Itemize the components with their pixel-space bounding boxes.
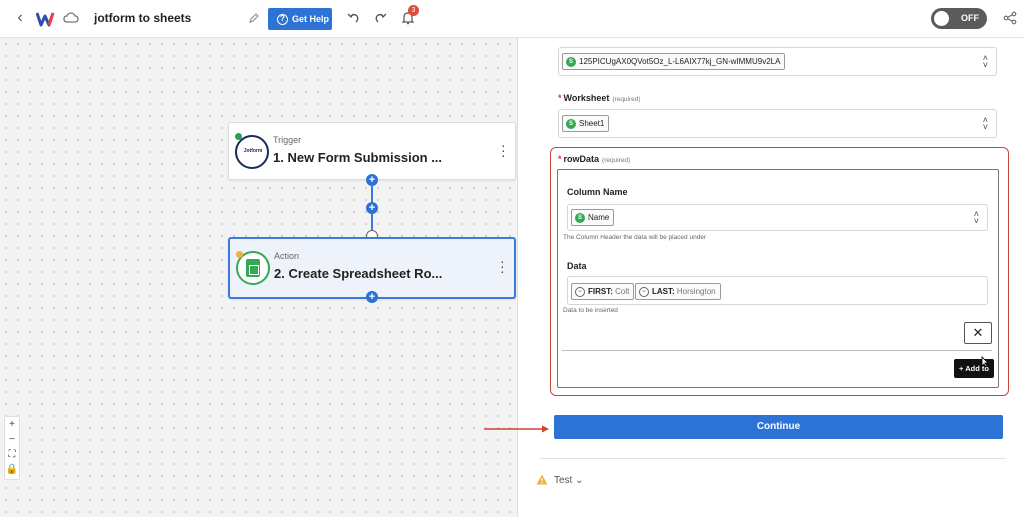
undo-icon[interactable]: [347, 11, 361, 25]
column-name-select[interactable]: S Name ˄ ˅: [567, 204, 988, 231]
first-name-chip: − FIRST: Colt: [571, 283, 635, 300]
data-hint: Data to be inserted: [563, 307, 618, 314]
chip-key: FIRST:: [588, 287, 613, 296]
action-name: 2. Create Spreadsheet Ro...: [274, 266, 443, 281]
insert-step-button[interactable]: +: [366, 202, 378, 214]
get-help-label: Get Help: [292, 14, 330, 24]
status-dot: [235, 133, 242, 140]
worksheet-chip: S Sheet1: [562, 115, 610, 132]
column-name-value: Name: [588, 213, 610, 222]
chip-key: LAST:: [652, 287, 675, 296]
continue-button[interactable]: Continue: [554, 415, 1003, 439]
action-step-card[interactable]: Action 2. Create Spreadsheet Ro... · · ·: [228, 237, 516, 299]
workflow-toggle[interactable]: OFF: [931, 8, 987, 29]
workflow-title: jotform to sheets: [94, 11, 192, 25]
more-options-icon[interactable]: · · ·: [501, 138, 506, 162]
warning-icon: [536, 474, 548, 485]
toggle-label: OFF: [961, 13, 979, 23]
question-icon: ?: [277, 14, 288, 25]
annotation-arrow-icon: [484, 425, 549, 433]
get-help-button[interactable]: ? Get Help: [268, 8, 332, 30]
app-logo-icon[interactable]: [36, 10, 58, 28]
sheets-icon: S: [575, 213, 585, 223]
column-hint: The Column Header the data will be place…: [563, 234, 707, 241]
top-bar: ‹ jotform to sheets ? Get Help 3 OFF: [0, 0, 1024, 38]
step-config-panel: S 125PICUgAX0QVot5Oz_L-L6AIX77kj_GN-wIMM…: [517, 38, 1024, 517]
jotform-logo-text: Jotform: [243, 148, 263, 154]
cloud-icon: [63, 12, 79, 23]
lock-icon[interactable]: 🔒: [5, 462, 19, 477]
jotform-field-icon: −: [575, 287, 585, 297]
edit-pencil-icon[interactable]: [248, 12, 260, 24]
chevron-down-icon: ⌄: [575, 475, 584, 486]
notification-badge: 3: [408, 5, 419, 16]
chip-value: Horsington: [676, 287, 716, 296]
divider: [540, 458, 1006, 459]
last-name-chip: − LAST: Horsington: [635, 283, 721, 300]
share-icon[interactable]: [1003, 11, 1017, 25]
zoom-controls: + − ⛶ 🔒: [4, 416, 20, 480]
remove-item-button[interactable]: ✕: [964, 322, 992, 344]
worksheet-label: * Worksheet (required): [558, 93, 641, 103]
column-name-chip: S Name: [571, 209, 615, 226]
toggle-knob: [934, 11, 949, 26]
mouse-cursor-icon: [981, 356, 989, 368]
chip-value: Colt: [615, 287, 630, 296]
more-options-icon[interactable]: · · ·: [500, 254, 505, 278]
chevron-updown-icon: ˄ ˅: [982, 114, 988, 132]
trigger-type-label: Trigger: [273, 135, 302, 145]
data-input[interactable]: − FIRST: Colt − LAST: Horsington: [567, 276, 988, 305]
zoom-out-icon[interactable]: −: [5, 432, 19, 447]
chevron-updown-icon: ˄ ˅: [982, 52, 988, 70]
worksheet-value: Sheet1: [579, 119, 605, 128]
redo-icon[interactable]: [373, 11, 387, 25]
zoom-in-icon[interactable]: +: [5, 417, 19, 432]
back-arrow-icon[interactable]: ‹: [12, 9, 28, 27]
spreadsheet-select[interactable]: S 125PICUgAX0QVot5Oz_L-L6AIX77kj_GN-wIMM…: [558, 47, 997, 76]
workflow-canvas[interactable]: Jotform Trigger 1. New Form Submission .…: [0, 38, 517, 517]
warning-dot: [236, 251, 243, 258]
test-label: Test: [554, 475, 573, 486]
worksheet-select[interactable]: S Sheet1 ˄ ˅: [558, 109, 997, 138]
sheets-icon: S: [566, 57, 576, 67]
divider: [562, 350, 992, 351]
trigger-name: 1. New Form Submission ...: [273, 150, 443, 165]
rowdata-label: * rowData (required): [558, 154, 631, 164]
sheets-icon: S: [566, 119, 576, 129]
data-label: Data: [567, 261, 587, 271]
add-step-button[interactable]: +: [366, 291, 378, 303]
connector-line: [371, 214, 373, 231]
jotform-logo-icon: Jotform: [235, 135, 269, 169]
action-type-label: Action: [274, 251, 300, 261]
spreadsheet-value: 125PICUgAX0QVot5Oz_L-L6AIX77kj_GN-wIMMU9…: [579, 57, 781, 66]
trigger-step-card[interactable]: Jotform Trigger 1. New Form Submission .…: [228, 122, 516, 180]
chevron-updown-icon: ˄ ˅: [973, 208, 979, 226]
spreadsheet-chip: S 125PICUgAX0QVot5Oz_L-L6AIX77kj_GN-wIMM…: [562, 53, 786, 70]
column-name-label: Column Name: [567, 187, 628, 197]
jotform-field-icon: −: [639, 287, 649, 297]
test-section-toggle[interactable]: Test ⌄: [536, 474, 584, 486]
fit-view-icon[interactable]: ⛶: [5, 447, 19, 462]
